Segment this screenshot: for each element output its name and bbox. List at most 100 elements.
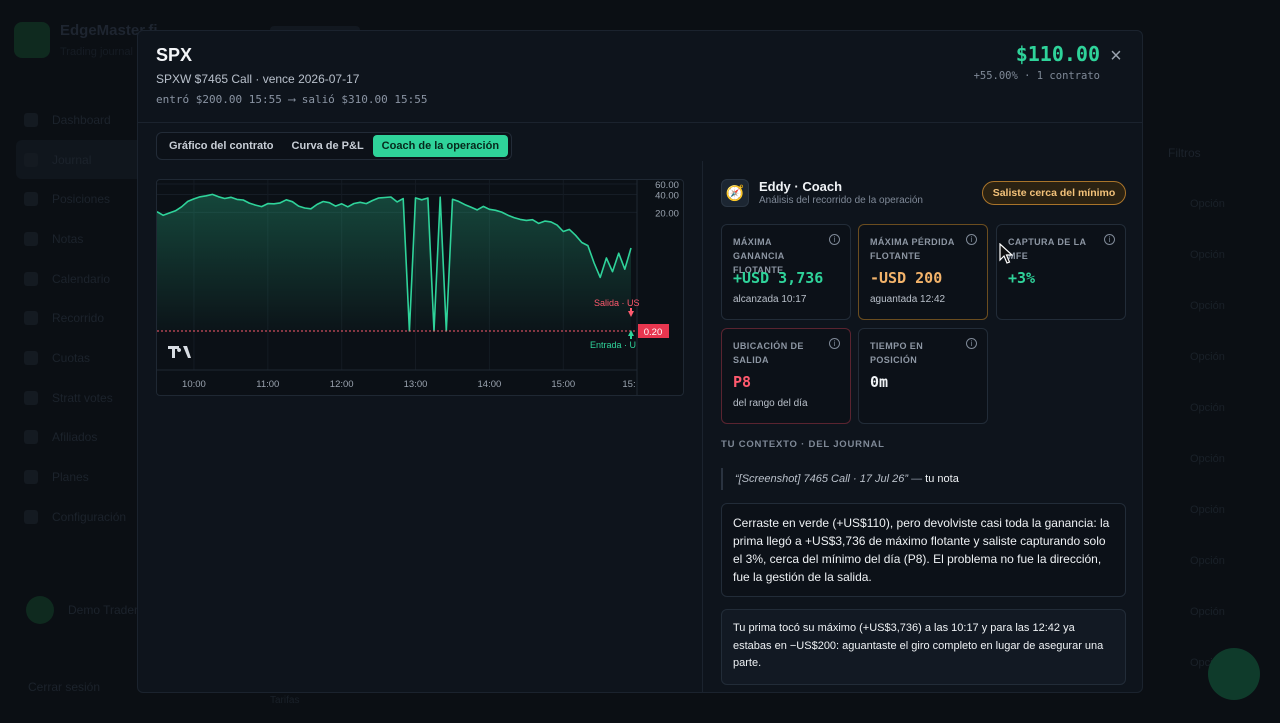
sidebar-item-label: Dashboard xyxy=(52,112,111,127)
background-user: Demo Trader xyxy=(26,596,138,624)
table-row: Opción xyxy=(1190,555,1225,567)
sidebar-item-label: Calendario xyxy=(52,271,111,286)
sidebar-item-label: Journal xyxy=(52,152,92,167)
last-value-label: 0.20 xyxy=(644,327,663,338)
tab-contract-chart[interactable]: Gráfico del contrato xyxy=(160,135,283,157)
x-tick-label: 11:00 xyxy=(256,379,279,390)
status-badge: Saliste cerca del mínimo xyxy=(982,181,1126,205)
pnl-amount: $110.00 xyxy=(1015,42,1100,66)
background-footer: Tarifas xyxy=(270,695,300,706)
pnl-percent-contracts: +55.00% · 1 contrato xyxy=(973,70,1100,82)
table-row: Opción xyxy=(1190,504,1225,516)
coach-message-detail: Tu prima tocó su máximo (+US$3,736) a la… xyxy=(721,609,1126,685)
metric-value: +3% xyxy=(1008,269,1036,287)
avatar xyxy=(26,596,54,624)
table-row: Opción xyxy=(1190,351,1225,363)
info-icon[interactable]: i xyxy=(829,338,840,349)
sidebar-item-label: Afiliados xyxy=(52,430,98,445)
table-row: Opción xyxy=(1190,402,1225,414)
coach-message-summary: Cerraste en verde (+US$110), pero devolv… xyxy=(721,503,1126,597)
metric-value: P8 xyxy=(733,373,752,391)
trade-detail-modal: SPX SPXW $7465 Call · vence 2026-07-17 e… xyxy=(137,30,1143,693)
x-tick-label: 10:00 xyxy=(182,379,206,390)
metric-card-time-in-position: Tiempo en posición i 0m xyxy=(858,328,988,424)
view-tabs: Gráfico del contrato Curva de P&L Coach … xyxy=(156,132,513,160)
context-heading: TU CONTEXTO · DEL JOURNAL xyxy=(721,439,885,450)
sidebar-item-label: Recorrido xyxy=(52,311,105,326)
tradingview-logo-icon xyxy=(168,346,191,358)
tab-pnl-curve[interactable]: Curva de P&L xyxy=(283,135,373,157)
quote-text: “[Screenshot] 7465 Call · 17 Jul 26” xyxy=(735,473,909,485)
entry-exit-summary: entró $200.00 15:55 ⟶ salió $310.00 15:5… xyxy=(156,93,428,106)
metric-label: Ubicación de salida xyxy=(733,341,804,365)
info-icon[interactable]: i xyxy=(1104,234,1115,245)
x-tick-label: 14:00 xyxy=(478,379,502,390)
metric-label: Captura de la mfe xyxy=(1008,237,1087,261)
sidebar-item-label: Notas xyxy=(52,231,84,246)
sidebar-item-label: Stratt votes xyxy=(52,390,113,405)
sidebar-item-label: Cuotas xyxy=(52,350,91,365)
nav-icon xyxy=(24,311,38,326)
mouse-cursor-icon xyxy=(999,243,1013,264)
sidebar-item-label: Posiciones xyxy=(52,192,111,207)
metric-label: Tiempo en posición xyxy=(870,341,924,365)
brand-subtitle: Trading journal xyxy=(60,46,133,58)
y-tick-label: 60.00 xyxy=(655,180,679,191)
journal-note-quote[interactable]: “[Screenshot] 7465 Call · 17 Jul 26” — t… xyxy=(721,468,959,490)
nav-icon xyxy=(24,192,38,207)
chat-fab xyxy=(1208,648,1260,700)
metric-label: Máxima pérdida flotante xyxy=(870,237,955,261)
y-tick-label: 20.00 xyxy=(655,208,679,219)
modal-title: SPX xyxy=(156,45,193,65)
contract-price-chart[interactable]: 60.00 40.00 20.00 0.20 10:00 11:00 12:00 13:00 1… xyxy=(156,179,684,396)
x-tick-label: 15: xyxy=(622,379,635,390)
metric-card-max-gain: Máxima ganancia flotante i +USD 3,736 al… xyxy=(721,224,851,320)
modal-header: SPX SPXW $7465 Call · vence 2026-07-17 e… xyxy=(138,31,1142,123)
sidebar-item-label: Planes xyxy=(52,470,89,485)
metric-value: -USD 200 xyxy=(870,269,943,287)
coach-subtitle: Análisis del recorrido de la operación xyxy=(759,195,923,206)
sidebar-item-label: Configuración xyxy=(52,509,127,524)
quote-attribution: tu nota xyxy=(925,473,959,485)
table-row: Opción xyxy=(1190,300,1225,312)
user-name: Demo Trader xyxy=(68,603,139,617)
background-rows: Opción Opción Opción Opción Opción Opción Opci… xyxy=(1190,198,1225,708)
metric-value: 0m xyxy=(870,373,889,391)
logout-link: Cerrar sesión xyxy=(28,680,101,694)
metric-card-exit-location: Ubicación de salida i P8 del rango del d… xyxy=(721,328,851,424)
nav-icon xyxy=(24,271,38,286)
x-tick-label: 12:00 xyxy=(330,379,354,390)
info-icon[interactable]: i xyxy=(966,338,977,349)
info-icon[interactable]: i xyxy=(829,234,840,245)
table-row: Opción xyxy=(1190,249,1225,261)
metric-card-mfe-capture: Captura de la mfe i +3% xyxy=(996,224,1126,320)
x-tick-label: 13:00 xyxy=(404,379,428,390)
nav-icon xyxy=(24,509,38,524)
nav-icon xyxy=(24,112,38,127)
info-icon[interactable]: i xyxy=(966,234,977,245)
close-icon[interactable]: × xyxy=(1106,45,1126,68)
sidebar-item: Journal xyxy=(16,139,156,180)
x-tick-label: 15:00 xyxy=(551,379,575,390)
nav-icon xyxy=(24,430,38,445)
series-area xyxy=(157,194,631,331)
coach-name: Eddy · Coach xyxy=(759,179,843,194)
nav-icon xyxy=(24,390,38,405)
panel-divider xyxy=(702,161,703,692)
metric-value: +USD 3,736 xyxy=(733,269,824,287)
chart-svg: 60.0040.00 20.00 0.20 10:00 11:00 12:00 13:00 1… xyxy=(157,180,679,395)
nav-icon xyxy=(24,350,38,365)
tab-trade-coach[interactable]: Coach de la operación xyxy=(372,135,509,157)
brand-logo xyxy=(14,22,50,58)
table-row: Opción xyxy=(1190,453,1225,465)
metric-note: aguantada 12:42 xyxy=(870,294,946,305)
quote-separator: — xyxy=(908,473,926,485)
y-tick-label: 40.00 xyxy=(655,190,679,201)
filter-button: Filtros xyxy=(1168,146,1201,160)
nav-icon xyxy=(24,152,38,167)
exit-marker-label: Salida · US xyxy=(594,298,640,308)
table-row: Opción xyxy=(1190,198,1225,210)
metric-note: del rango del día xyxy=(733,398,808,409)
compass-icon: 🧭 xyxy=(721,179,749,207)
metric-card-max-loss: Máxima pérdida flotante i -USD 200 aguan… xyxy=(858,224,988,320)
